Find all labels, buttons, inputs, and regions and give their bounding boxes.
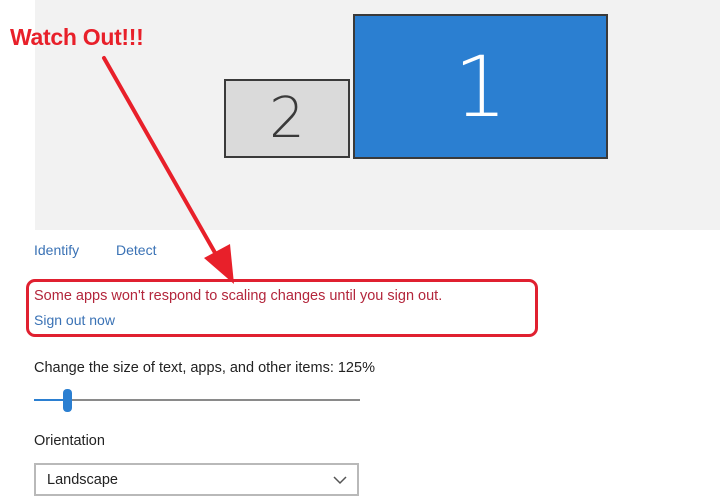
- chevron-down-icon: [333, 476, 347, 485]
- orientation-dropdown[interactable]: Landscape: [34, 463, 359, 496]
- display-2-number: 2: [269, 86, 305, 151]
- orientation-label: Orientation: [34, 433, 105, 449]
- scaling-label: Change the size of text, apps, and other…: [34, 360, 375, 376]
- watch-out-annotation: Watch Out!!!: [10, 24, 144, 50]
- slider-track: [34, 399, 360, 401]
- scaling-warning-message: Some apps won't respond to scaling chang…: [34, 288, 443, 304]
- sign-out-now-link[interactable]: Sign out now: [34, 312, 115, 328]
- display-1-number: 1: [453, 37, 508, 136]
- display-settings-page: 2 1 Watch Out!!! Identify Detect Some ap…: [0, 0, 720, 496]
- detect-link[interactable]: Detect: [116, 242, 156, 258]
- slider-thumb[interactable]: [63, 389, 72, 412]
- scaling-slider[interactable]: [34, 388, 360, 412]
- display-2-tile[interactable]: 2: [224, 79, 350, 158]
- identify-link[interactable]: Identify: [34, 242, 79, 258]
- orientation-selected-value: Landscape: [47, 472, 118, 488]
- display-1-tile[interactable]: 1: [353, 14, 608, 159]
